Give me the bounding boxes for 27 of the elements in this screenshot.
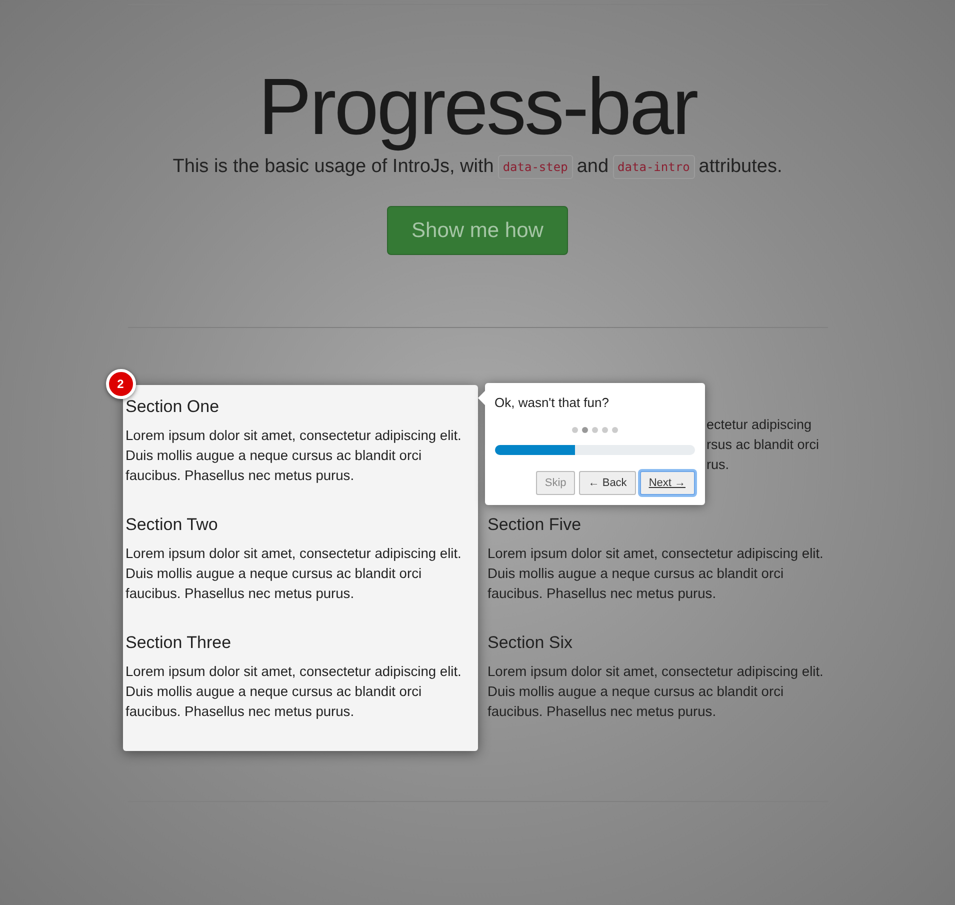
section-text-fragment: rsus ac blandit orci (706, 436, 820, 454)
lead-text: and (576, 155, 609, 179)
lead-text: attributes. (698, 155, 782, 179)
section-text: Lorem ipsum dolor sit amet, consectetur adipiscing elit. Duis mollis augue a neque cursus ac blandit orci faucibus. Phasellus nec metus purus. (126, 545, 462, 604)
lead-text: This is the basic usage of IntroJs, with (172, 155, 494, 179)
section-text-fragment: rus. (706, 456, 730, 474)
section-text: Lorem ipsum dolor sit amet, consectetur adipiscing elit. Duis mollis augue a neque cursus ac blandit orci faucibus. Phasellus nec metus purus. (488, 663, 824, 722)
step-dot[interactable] (592, 426, 598, 432)
step-number-badge: 2 (106, 369, 136, 399)
section-heading: Section One (126, 397, 220, 418)
section-heading: Section Two (126, 515, 219, 536)
section-text-fragment: ectetur adipiscing (706, 416, 813, 434)
section-heading: Section Six (488, 633, 574, 654)
section-text: Lorem ipsum dolor sit amet, consectetur adipiscing elit. Duis mollis augue a neque cursus ac blandit orci faucibus. Phasellus nec metus purus. (126, 663, 462, 722)
code-snippet: data-intro (612, 155, 695, 180)
code-snippet: data-step (498, 155, 573, 180)
section-text: Lorem ipsum dolor sit amet, consectetur adipiscing elit. Duis mollis augue a neque cursus ac blandit orci faucibus. Phasellus nec metus purus. (488, 545, 824, 604)
section-heading: Section Five (488, 515, 582, 536)
section-heading: Section Three (126, 633, 232, 654)
section-text: Lorem ipsum dolor sit amet, consectetur adipiscing elit. Duis mollis augue a neque cursus ac blandit orci faucibus. Phasellus nec metus purus. (126, 427, 462, 486)
step-dot[interactable] (572, 426, 578, 432)
tooltip-text: Ok, wasn't that fun? (494, 394, 610, 412)
back-button[interactable]: ← Back (579, 470, 636, 495)
step-dot[interactable] (612, 426, 618, 432)
step-dot[interactable] (582, 426, 588, 432)
next-button[interactable]: Next → (640, 470, 694, 495)
step-dot[interactable] (602, 426, 608, 432)
